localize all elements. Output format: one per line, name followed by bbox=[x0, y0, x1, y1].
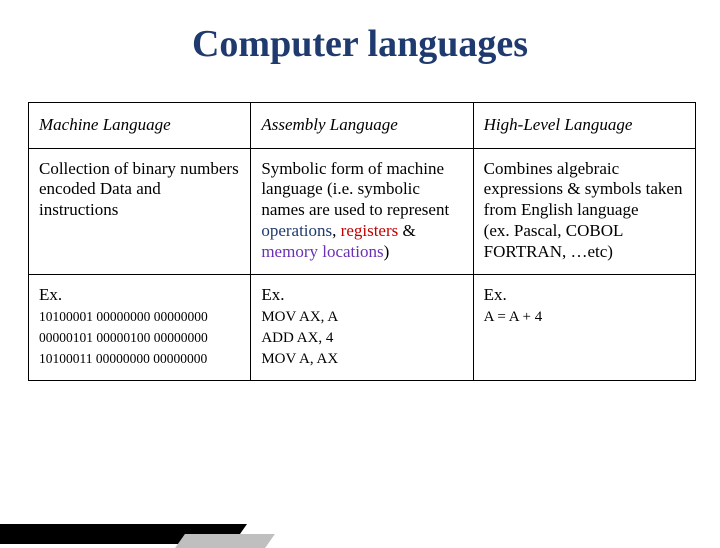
slide-decor bbox=[0, 498, 300, 540]
example-label: Ex. bbox=[39, 285, 240, 306]
sep: & bbox=[398, 221, 415, 240]
example-highlevel-code: A = A + 4 bbox=[484, 309, 543, 325]
desc-assembly-pre: Symbolic form of machine language (i.e. … bbox=[261, 159, 449, 219]
example-label: Ex. bbox=[261, 285, 462, 306]
highlight-operations: operations bbox=[261, 221, 332, 240]
desc-assembly-post: ) bbox=[384, 242, 390, 261]
table-row: Collection of binary numbers encoded Dat… bbox=[29, 148, 696, 275]
example-highlevel: Ex. A = A + 4 bbox=[473, 275, 695, 381]
highlight-registers: registers bbox=[341, 221, 399, 240]
example-machine: Ex. 10100001 00000000 00000000 00000101 … bbox=[29, 275, 251, 381]
header-highlevel: High-Level Language bbox=[473, 103, 695, 149]
example-assembly: Ex. MOV AX, A ADD AX, 4 MOV A, AX bbox=[251, 275, 473, 381]
decor-bar-dark bbox=[0, 524, 247, 544]
sep: , bbox=[332, 221, 341, 240]
desc-highlevel: Combines algebraic expressions & symbols… bbox=[473, 148, 695, 275]
highlight-memory-locations: memory locations bbox=[261, 242, 383, 261]
page-title: Computer languages bbox=[0, 0, 720, 102]
example-label: Ex. bbox=[484, 285, 685, 306]
example-machine-code: 10100001 00000000 00000000 00000101 0000… bbox=[39, 309, 208, 365]
example-assembly-code: MOV AX, A ADD AX, 4 MOV A, AX bbox=[261, 309, 338, 366]
decor-bar-light bbox=[175, 534, 275, 548]
table-row: Ex. 10100001 00000000 00000000 00000101 … bbox=[29, 275, 696, 381]
languages-table: Machine Language Assembly Language High-… bbox=[28, 102, 696, 381]
desc-assembly: Symbolic form of machine language (i.e. … bbox=[251, 148, 473, 275]
table-row: Machine Language Assembly Language High-… bbox=[29, 103, 696, 149]
header-machine: Machine Language bbox=[29, 103, 251, 149]
header-assembly: Assembly Language bbox=[251, 103, 473, 149]
desc-machine: Collection of binary numbers encoded Dat… bbox=[29, 148, 251, 275]
